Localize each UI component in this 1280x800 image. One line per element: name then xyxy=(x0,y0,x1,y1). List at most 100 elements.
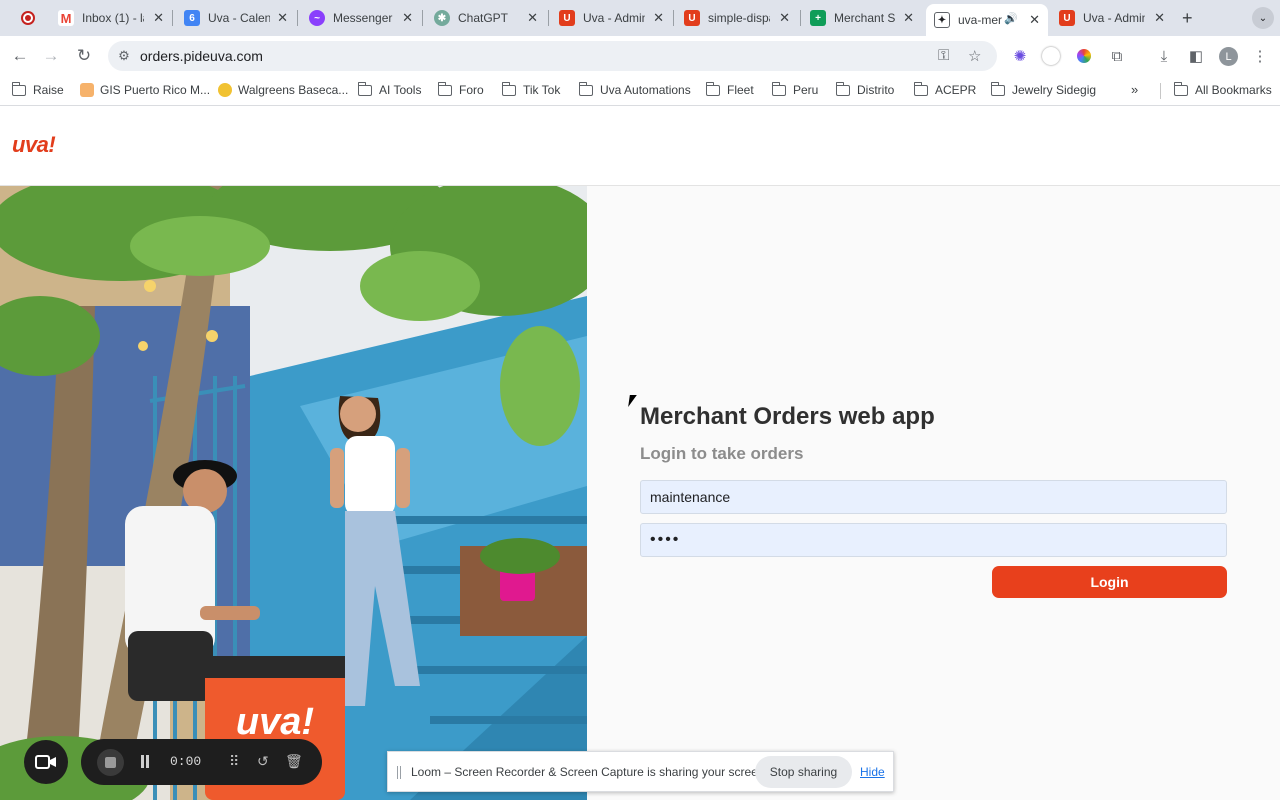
bookmark-foro[interactable]: Foro xyxy=(437,81,484,97)
extensions-puzzle-icon[interactable]: ⧉ xyxy=(1107,46,1127,66)
bookmark-distrito[interactable]: Distrito xyxy=(835,81,894,97)
url-text[interactable]: orders.pideuva.com xyxy=(140,48,263,64)
bookmark-tiktok[interactable]: Tik Tok xyxy=(501,81,560,97)
screen-sharing-banner: Loom – Screen Recorder & Screen Capture … xyxy=(387,751,894,792)
loom-camera-button[interactable] xyxy=(24,740,68,784)
hero-photo: uva! xyxy=(0,186,587,800)
tab-title: Messenger xyxy=(333,11,393,25)
menu-kebab-icon[interactable]: ⋮ xyxy=(1250,46,1270,66)
bookmark-label: All Bookmarks xyxy=(1195,83,1272,97)
tab-simple-dispatch[interactable]: U simple-dispa ✕ xyxy=(684,6,790,30)
close-icon[interactable]: ✕ xyxy=(1154,10,1165,26)
bookmark-jewelry[interactable]: Jewelry Sidegig xyxy=(990,81,1096,97)
back-icon[interactable]: ← xyxy=(9,45,31,67)
stop-sharing-button[interactable]: Stop sharing xyxy=(755,756,852,788)
bookmark-acepr[interactable]: ACEPR xyxy=(913,81,976,97)
password-key-icon[interactable]: ⚿ xyxy=(938,47,949,64)
forward-icon[interactable]: → xyxy=(40,45,62,67)
folder-icon xyxy=(357,81,372,96)
folder-icon xyxy=(990,81,1005,96)
hero-illustration: uva! xyxy=(0,186,587,800)
tab-title: Uva - Admin xyxy=(1083,11,1145,25)
tab-search-icon[interactable]: ⌄ xyxy=(1252,7,1274,29)
bookmark-label: Uva Automations xyxy=(600,83,691,97)
color-extension-icon[interactable] xyxy=(1074,46,1094,66)
close-icon[interactable]: ✕ xyxy=(1029,12,1040,28)
new-tab-button[interactable]: + xyxy=(1182,8,1193,29)
site-settings-icon[interactable]: ⚙ xyxy=(116,48,132,64)
reload-icon[interactable]: ↻ xyxy=(73,45,95,67)
bookmark-star-icon[interactable]: ☆ xyxy=(968,47,981,65)
tab-merchant-sheet[interactable]: + Merchant Su ✕ xyxy=(810,6,914,30)
bookmarks-bar: Raise GIS Puerto Rico M... Walgreens Bas… xyxy=(0,76,1280,106)
page-title: Merchant Orders web app xyxy=(640,403,935,430)
uva-logo[interactable]: uva! xyxy=(12,132,56,158)
close-icon[interactable]: ✕ xyxy=(402,10,413,26)
stop-recording-button[interactable] xyxy=(97,749,124,776)
tab-title: simple-dispa xyxy=(708,11,770,25)
tab-uva-admin-2[interactable]: U Uva - Admin ✕ xyxy=(1059,6,1165,30)
page-subtitle: Login to take orders xyxy=(640,444,804,463)
address-bar[interactable]: ⚙ orders.pideuva.com ⚿ ☆ xyxy=(108,41,997,71)
side-panel-icon[interactable]: ◧ xyxy=(1186,46,1206,66)
close-icon[interactable]: ✕ xyxy=(903,10,914,26)
folder-icon xyxy=(11,81,26,96)
close-icon[interactable]: ✕ xyxy=(779,10,790,26)
bag-logo-text: uva! xyxy=(236,701,314,743)
close-icon[interactable]: ✕ xyxy=(277,10,288,26)
bookmark-fleet[interactable]: Fleet xyxy=(705,81,754,97)
tab-gmail[interactable]: M Inbox (1) - la ✕ xyxy=(58,6,164,30)
hide-link[interactable]: Hide xyxy=(860,765,885,779)
chatgpt-icon: ✱ xyxy=(434,10,450,26)
speaker-icon[interactable]: 🔊 xyxy=(1004,12,1018,25)
tab-messenger[interactable]: ~ Messenger ✕ xyxy=(309,6,413,30)
loom-recording-controls: 0:00 ⠿ ↺ 🗑 xyxy=(81,739,322,785)
pause-icon[interactable] xyxy=(139,755,151,769)
folder-icon xyxy=(501,81,516,96)
bookmark-ai-tools[interactable]: AI Tools xyxy=(357,81,421,97)
tab-calendar[interactable]: 6 Uva - Calend ✕ xyxy=(184,6,288,30)
site-favicon-icon xyxy=(218,83,232,97)
bookmark-peru[interactable]: Peru xyxy=(771,81,818,97)
uva-icon: U xyxy=(684,10,700,26)
tab-chatgpt[interactable]: ✱ ChatGPT ✕ xyxy=(434,6,538,30)
all-bookmarks[interactable]: All Bookmarks xyxy=(1173,81,1272,97)
bookmark-label: GIS Puerto Rico M... xyxy=(100,83,211,97)
folder-icon xyxy=(437,81,452,96)
close-icon[interactable]: ✕ xyxy=(527,10,538,26)
trash-icon[interactable]: 🗑 xyxy=(285,753,303,770)
more-bookmarks-icon[interactable]: » xyxy=(1131,82,1138,97)
close-icon[interactable]: ✕ xyxy=(653,10,664,26)
drag-handle-icon[interactable] xyxy=(397,766,401,779)
profile-avatar[interactable]: L xyxy=(1219,47,1238,66)
browser-toolbar: ← → ↻ ⚙ orders.pideuva.com ⚿ ☆ ✺ ⧉ ⤓ ◧ L… xyxy=(0,36,1280,76)
page-header: uva! xyxy=(0,107,1280,186)
generic-page-icon: ✦ xyxy=(934,12,950,28)
drag-grid-icon[interactable]: ⠿ xyxy=(229,753,239,770)
tab-title: uva-mer xyxy=(958,13,1002,27)
bookmark-walgreens[interactable]: Walgreens Baseca... xyxy=(218,83,348,97)
bookmark-label: Walgreens Baseca... xyxy=(238,83,349,97)
bookmark-label: Foro xyxy=(459,83,484,97)
bookmark-label: Fleet xyxy=(727,83,754,97)
login-panel: Merchant Orders web app Login to take or… xyxy=(587,186,1280,800)
tab-title: Merchant Su xyxy=(834,11,896,25)
bookmark-uva-automations[interactable]: Uva Automations xyxy=(578,81,691,97)
extension-icon[interactable]: ✺ xyxy=(1010,46,1030,66)
password-input[interactable] xyxy=(640,523,1227,557)
web-page: uva! uva! Merchant Orders web app Login … xyxy=(0,107,1280,800)
close-icon[interactable]: ✕ xyxy=(153,10,164,26)
bookmark-raise[interactable]: Raise xyxy=(11,81,64,97)
uva-icon: U xyxy=(559,10,575,26)
folder-icon xyxy=(705,81,720,96)
loom-extension-icon[interactable] xyxy=(1041,46,1061,66)
username-input[interactable] xyxy=(640,480,1227,514)
tab-uva-merchant-active[interactable]: ✦ uva-mer 🔊 ✕ xyxy=(926,4,1048,36)
bookmark-gis[interactable]: GIS Puerto Rico M... xyxy=(80,83,210,97)
login-button[interactable]: Login xyxy=(992,566,1227,598)
folder-icon xyxy=(835,81,850,96)
recording-indicator-icon xyxy=(21,11,35,25)
download-icon[interactable]: ⤓ xyxy=(1154,46,1174,66)
restart-icon[interactable]: ↺ xyxy=(257,753,269,770)
tab-uva-admin[interactable]: U Uva - Admin ✕ xyxy=(559,6,664,30)
